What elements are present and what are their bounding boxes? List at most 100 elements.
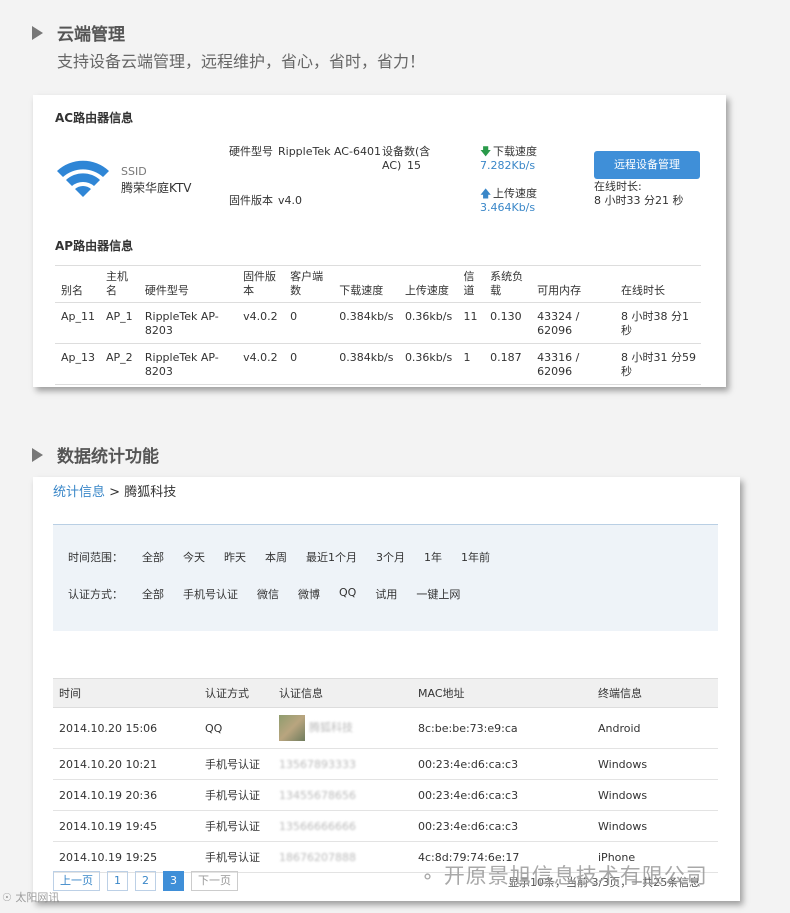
corner-watermark-text: 太阳网讯: [15, 891, 60, 904]
breadcrumb-separator: >: [105, 485, 125, 500]
cell: AP_2: [100, 343, 139, 385]
time-option[interactable]: 本周: [265, 549, 287, 565]
ac-ap-panel: AC路由器信息 SSID 腾荣华庭KTV 硬件型号 RippleTek AC-6…: [33, 95, 726, 387]
time-option[interactable]: 全部: [142, 549, 164, 565]
cell: 0.384kb/s: [333, 302, 399, 344]
auth-option[interactable]: 微博: [298, 586, 320, 602]
online-value: 8 小时33 分21 秒: [594, 194, 684, 207]
cell: 0.130: [484, 302, 532, 344]
next-page-button[interactable]: 下一页: [191, 871, 238, 891]
table-header-row: 时间 认证方式 认证信息 MAC地址 终端信息: [53, 678, 718, 708]
section-subtitle: 支持设备云端管理，远程维护，省心，省时，省力！: [57, 52, 426, 71]
col-header: 上传速度: [398, 265, 458, 303]
col-header: 终端信息: [592, 678, 718, 708]
download-label: 下载速度: [493, 145, 537, 158]
corner-watermark: ☉ 太阳网讯: [2, 889, 59, 905]
section-stats-header: 数据统计功能: [32, 442, 159, 467]
time-option[interactable]: 1年前: [461, 549, 490, 565]
breadcrumb: 统计信息 > 腾狐科技: [53, 481, 176, 500]
filter-box: 时间范围： 全部 今天 昨天 本周 最近1个月 3个月 1年 1年前 认证方式：…: [53, 525, 718, 631]
cell: Ap_11: [55, 302, 101, 344]
col-header: 认证信息: [273, 678, 412, 708]
cell: Windows: [592, 748, 718, 780]
auth-option[interactable]: 试用: [375, 586, 397, 602]
cell: 8c:be:be:73:e9:ca: [412, 707, 592, 749]
col-header: 在线时长: [615, 265, 701, 303]
cell: 00:23:4e:d6:ca:c3: [412, 810, 592, 842]
fw-label: 固件版本: [229, 194, 273, 207]
avatar: [279, 715, 305, 741]
section-title: 云端管理: [57, 25, 125, 45]
watermark: ⚬ 开原景旭信息技术有限公司: [420, 860, 708, 890]
cell: 00:23:4e:d6:ca:c3: [412, 779, 592, 811]
cell: 8 小时38 分1 秒: [615, 302, 701, 344]
auth-option[interactable]: 微信: [257, 586, 279, 602]
breadcrumb-current: 腾狐科技: [124, 485, 177, 500]
time-filter-row: 时间范围： 全部 今天 昨天 本周 最近1个月 3个月 1年 1年前: [68, 549, 509, 565]
auth-info: 腾狐科技: [309, 721, 353, 734]
col-header: 固件版本: [237, 265, 285, 303]
fw-value: v4.0: [278, 194, 303, 207]
page-button[interactable]: 1: [107, 871, 128, 891]
time-option[interactable]: 最近1个月: [306, 549, 357, 565]
cell: 0: [284, 302, 334, 344]
cell: 13567893333: [273, 748, 412, 780]
page-button-current[interactable]: 3: [163, 871, 184, 891]
hw-value: RippleTek AC-6401: [278, 145, 381, 158]
time-filter-label: 时间范围：: [68, 551, 123, 564]
cell: 11: [457, 302, 485, 344]
wifi-icon: [57, 160, 109, 197]
time-option[interactable]: 昨天: [224, 549, 246, 565]
time-option[interactable]: 3个月: [376, 549, 405, 565]
cell: 00:23:4e:d6:ca:c3: [412, 748, 592, 780]
cell: 18676207888: [273, 841, 412, 873]
cell: v4.0.2: [237, 302, 285, 344]
cell: 8 小时31 分59 秒: [615, 343, 701, 385]
cell: 0.36kb/s: [398, 343, 458, 385]
col-header: 信道: [457, 265, 485, 303]
section-cloud-header: 云端管理: [32, 20, 125, 45]
cell: Windows: [592, 779, 718, 811]
cell: Windows: [592, 810, 718, 842]
cell: 43324 / 62096: [531, 302, 616, 344]
table-header-row: 别名 主机名 硬件型号 固件版本 客户端数 下载速度 上传速度 信道 系统负载 …: [55, 265, 701, 303]
cell: 13566666666: [273, 810, 412, 842]
page-button[interactable]: 2: [135, 871, 156, 891]
cell: Android: [592, 707, 718, 749]
online-label: 在线时长:: [594, 180, 642, 193]
table-row: Ap_13 AP_2 RippleTek AP-8203 v4.0.2 0 0.…: [55, 343, 701, 385]
remote-manage-button[interactable]: 远程设备管理: [594, 151, 700, 179]
stats-panel: 统计信息 > 腾狐科技 时间范围： 全部 今天 昨天 本周 最近1个月 3个月 …: [33, 477, 740, 901]
auth-option[interactable]: 手机号认证: [183, 586, 238, 602]
auth-option[interactable]: QQ: [339, 586, 356, 602]
cell: 13455678656: [273, 779, 412, 811]
col-header: 硬件型号: [138, 265, 238, 303]
upload-arrow-icon: 🡅: [480, 187, 492, 200]
cell: 2014.10.19 20:36: [53, 779, 199, 811]
download-value: 7.282Kb/s: [480, 159, 536, 172]
time-option[interactable]: 今天: [183, 549, 205, 565]
prev-page-button[interactable]: 上一页: [53, 871, 100, 891]
cell: 0.187: [484, 343, 532, 385]
table-row: 2014.10.20 10:21 手机号认证 13567893333 00:23…: [53, 748, 718, 780]
cell: v4.0.2: [237, 343, 285, 385]
pagination: 上一页 1 2 3 下一页: [53, 871, 245, 891]
table-row: Ap_11 AP_1 RippleTek AP-8203 v4.0.2 0 0.…: [55, 302, 701, 344]
ssid-value: 腾荣华庭KTV: [121, 181, 192, 195]
upload-value: 3.464Kb/s: [480, 201, 536, 214]
watermark-text: 开原景旭信息技术有限公司: [443, 864, 708, 888]
logo-icon: ☉: [2, 891, 12, 904]
col-header: 可用内存: [531, 265, 616, 303]
cell: 腾狐科技: [273, 707, 412, 749]
triangle-bullet-icon: [32, 447, 43, 462]
auth-option[interactable]: 全部: [142, 586, 164, 602]
table-row: 2014.10.19 20:36 手机号认证 13455678656 00:23…: [53, 779, 718, 811]
hw-label: 硬件型号: [229, 145, 273, 158]
cell: RippleTek AP-8203: [138, 343, 238, 385]
auth-option[interactable]: 一键上网: [416, 586, 460, 602]
breadcrumb-link[interactable]: 统计信息: [53, 485, 105, 500]
cell: AP_1: [100, 302, 139, 344]
cell: RippleTek AP-8203: [138, 302, 238, 344]
cell: Ap_13: [55, 343, 101, 385]
time-option[interactable]: 1年: [424, 549, 442, 565]
